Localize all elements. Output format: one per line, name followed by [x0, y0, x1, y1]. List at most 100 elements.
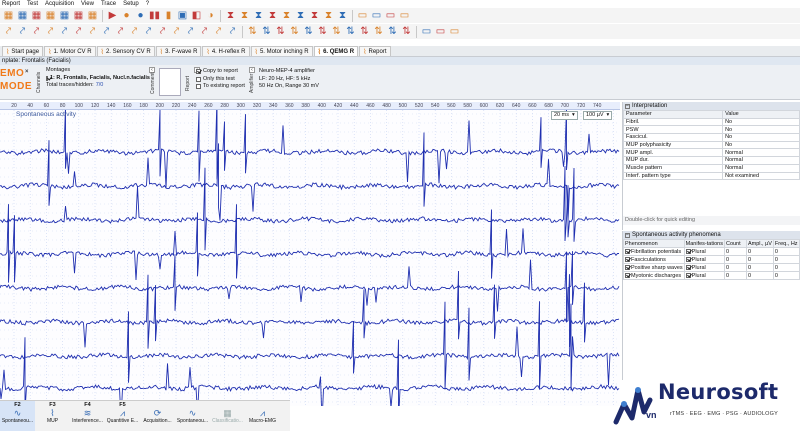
timebase-select[interactable]: 20 ms ▾: [551, 111, 578, 120]
tab-6[interactable]: ⌇ 6. QEMG R: [313, 46, 359, 56]
row1-button-4[interactable]: ▦: [58, 9, 71, 22]
trace-canvas[interactable]: [0, 110, 620, 406]
fkey-button-3[interactable]: F5 ⩘ Quantitive E...: [105, 401, 140, 431]
row2-button-31[interactable]: ▭: [420, 25, 433, 38]
emg-trace-6[interactable]: [0, 270, 620, 349]
row2-button-0[interactable]: ⤤: [2, 25, 15, 38]
tab-4[interactable]: ⌇ 4. H-reflex R: [202, 46, 250, 56]
spontaneous-cell[interactable]: 0: [723, 255, 747, 264]
manifestation-checkbox[interactable]: [685, 264, 691, 270]
collapse-icon[interactable]: −: [625, 103, 630, 109]
row2-button-5[interactable]: ⤤: [72, 25, 85, 38]
interp-value[interactable]: No: [722, 133, 800, 142]
row1-button-13[interactable]: ▣: [176, 9, 189, 22]
row2-button-29[interactable]: ⇅: [400, 25, 413, 38]
row1-button-30[interactable]: ▭: [398, 9, 411, 22]
interp-value[interactable]: Normal: [722, 163, 800, 173]
spontaneous-cell[interactable]: Plural: [683, 247, 725, 256]
row2-button-2[interactable]: ⤤: [30, 25, 43, 38]
row2-button-13[interactable]: ⤤: [184, 25, 197, 38]
interpretation-row[interactable]: Interf. pattern type Not examined: [622, 171, 800, 181]
row1-button-8[interactable]: ▶: [106, 9, 119, 22]
emg-trace-3[interactable]: [0, 166, 620, 251]
copy-to-report-option[interactable]: Copy to report: [196, 68, 256, 76]
phenomenon-checkbox[interactable]: [625, 264, 630, 270]
spontaneous-cell[interactable]: 0: [745, 263, 774, 272]
spontaneous-row[interactable]: Fasciculations Plural 0 0 0: [623, 255, 800, 264]
fkey-button-7[interactable]: ⩘ Macro-EMG: [245, 401, 280, 431]
row1-button-21[interactable]: ⧗: [280, 9, 293, 22]
spontaneous-cell[interactable]: 0: [745, 247, 774, 256]
interpretation-row[interactable]: MUP ampl. Normal: [622, 148, 800, 158]
collapse-icon[interactable]: −: [625, 232, 630, 238]
row1-button-15[interactable]: ◑: [204, 9, 217, 22]
only-this-test-option[interactable]: Only this test: [196, 76, 256, 84]
spontaneous-cell[interactable]: 0: [772, 271, 800, 280]
spontaneous-cell[interactable]: 0: [745, 271, 774, 280]
row2-button-12[interactable]: ⤤: [170, 25, 183, 38]
row1-button-22[interactable]: ⧗: [294, 9, 307, 22]
row2-button-16[interactable]: ⤤: [226, 25, 239, 38]
menu-trace[interactable]: Trace: [101, 1, 116, 7]
row2-button-8[interactable]: ⤤: [114, 25, 127, 38]
menu-setup[interactable]: Setup: [123, 1, 139, 7]
row2-button-11[interactable]: ⤤: [156, 25, 169, 38]
fkey-button-2[interactable]: F4 ≋ Interference...: [70, 401, 105, 431]
row1-button-0[interactable]: ▦: [2, 9, 15, 22]
only-this-test-checkbox[interactable]: [196, 76, 201, 82]
spontaneous-row[interactable]: Fibrillation potentials Plural 0 0 0: [623, 247, 800, 256]
tab-3[interactable]: ⌇ 3. F-wave R: [155, 46, 202, 56]
menu-report[interactable]: Report: [2, 1, 20, 7]
row2-button-28[interactable]: ⇅: [386, 25, 399, 38]
row1-button-12[interactable]: ▮: [162, 9, 175, 22]
row2-button-33[interactable]: ▭: [448, 25, 461, 38]
comment-textarea[interactable]: [159, 68, 181, 96]
fkey-button-1[interactable]: F3 ⌇ MUP: [35, 401, 70, 431]
row1-button-10[interactable]: ●: [134, 9, 147, 22]
montage-item[interactable]: 1: R, Frontalis, Facialis, Nucl.n.facial…: [46, 75, 150, 83]
spontaneous-cell[interactable]: 0: [723, 263, 747, 272]
interp-value[interactable]: Normal: [722, 148, 800, 158]
emg-trace-1[interactable]: [0, 110, 620, 188]
row2-button-4[interactable]: ⤤: [58, 25, 71, 38]
spontaneous-cell[interactable]: 0: [723, 247, 747, 256]
row1-button-1[interactable]: ▦: [16, 9, 29, 22]
to-existing-report-checkbox[interactable]: [196, 84, 201, 90]
row1-button-18[interactable]: ⧗: [238, 9, 251, 22]
tab-0[interactable]: ⌇ Start page: [2, 46, 44, 56]
manifestation-checkbox[interactable]: [685, 256, 691, 262]
interpretation-row[interactable]: Fascicul. No: [622, 133, 800, 142]
menu-test[interactable]: Test: [27, 1, 38, 7]
row1-button-20[interactable]: ⧗: [266, 9, 279, 22]
interpretation-row[interactable]: MUP dur. Normal: [622, 156, 800, 165]
row2-button-24[interactable]: ⇅: [330, 25, 343, 38]
row1-button-9[interactable]: ●: [120, 9, 133, 22]
emg-trace-2[interactable]: [0, 132, 620, 221]
sensitivity-select[interactable]: 100 µV ▾: [583, 111, 613, 120]
interp-value[interactable]: No: [722, 117, 800, 127]
row2-button-9[interactable]: ⤤: [128, 25, 141, 38]
spontaneous-cell[interactable]: 0: [745, 255, 774, 264]
menu-help[interactable]: ?: [146, 1, 149, 7]
row2-button-27[interactable]: ⇅: [372, 25, 385, 38]
menu-acquisition[interactable]: Acquisition: [45, 1, 74, 7]
spontaneous-cell[interactable]: Fasciculations: [623, 255, 685, 264]
spontaneous-cell[interactable]: 0: [772, 263, 800, 272]
row1-button-23[interactable]: ⧗: [308, 9, 321, 22]
spontaneous-cell[interactable]: 0: [772, 247, 800, 256]
row2-button-15[interactable]: ⤤: [212, 25, 225, 38]
row1-button-28[interactable]: ▭: [370, 9, 383, 22]
montage-checkbox[interactable]: [46, 75, 48, 81]
spontaneous-cell[interactable]: 0: [723, 271, 747, 280]
row2-button-1[interactable]: ⤤: [16, 25, 29, 38]
emg-trace-5[interactable]: [0, 251, 620, 322]
interp-value[interactable]: Not examined: [722, 171, 800, 181]
interp-value[interactable]: Normal: [722, 156, 800, 165]
interpretation-row[interactable]: PSW No: [622, 125, 800, 135]
row1-button-11[interactable]: ▮▮: [148, 9, 161, 22]
phenomenon-checkbox[interactable]: [625, 256, 630, 262]
row2-button-18[interactable]: ⇅: [246, 25, 259, 38]
phenomenon-checkbox[interactable]: [625, 272, 630, 278]
fkey-button-4[interactable]: ⟳ Acquisition...: [140, 401, 175, 431]
fkey-button-6[interactable]: ▦ Classificatio...: [210, 401, 245, 431]
